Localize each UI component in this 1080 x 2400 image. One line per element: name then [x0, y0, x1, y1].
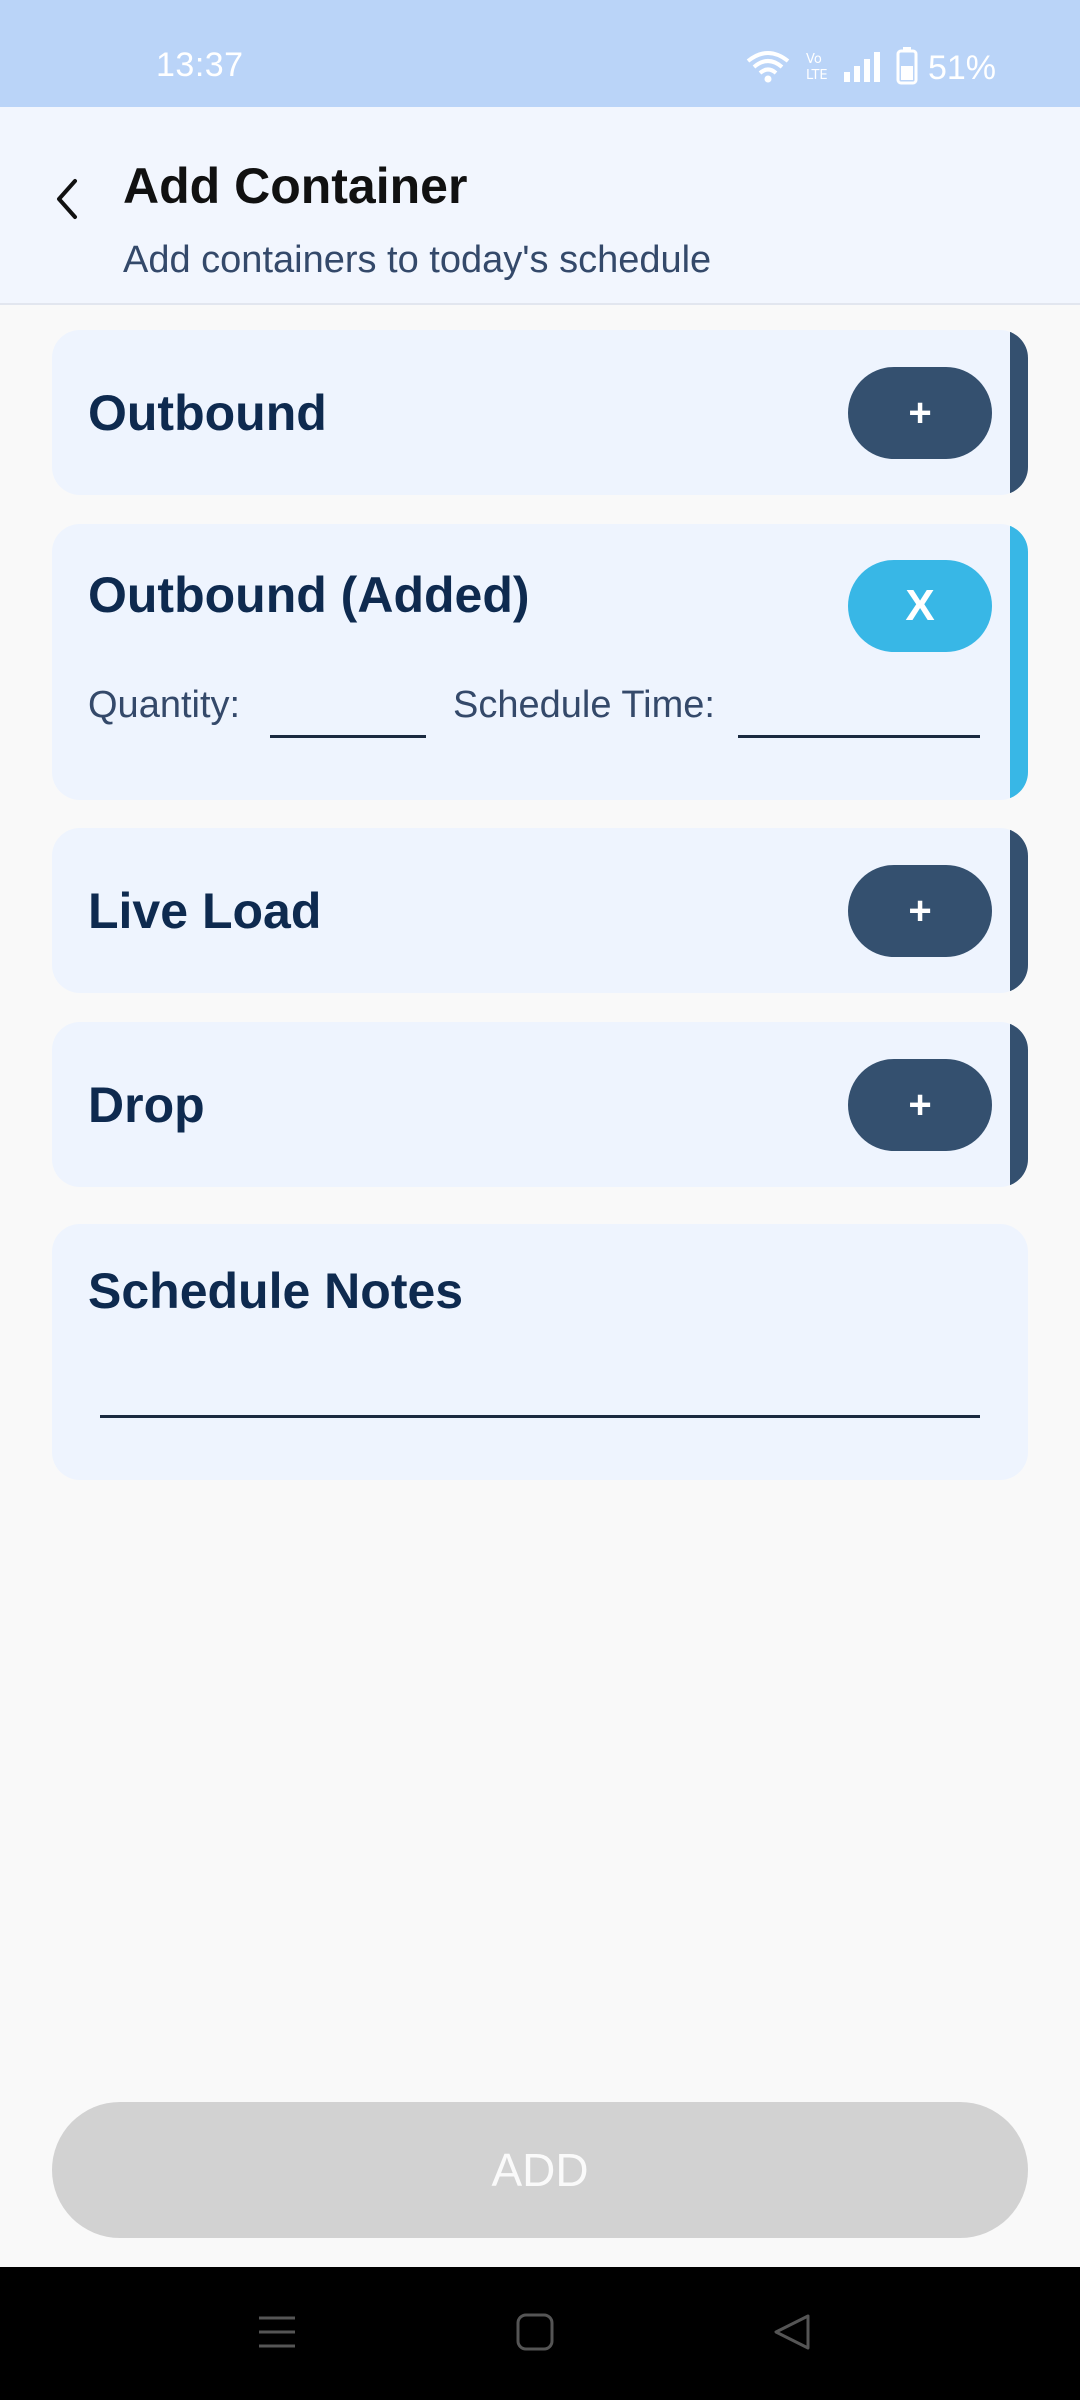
- card-title: Outbound (Added): [88, 567, 530, 623]
- wifi-icon: [746, 49, 790, 88]
- page-title: Add Container: [123, 158, 468, 214]
- add-button[interactable]: ADD: [52, 2102, 1028, 2238]
- card-title: Live Load: [88, 883, 322, 939]
- status-bar: 13:37 Vo LTE 51%: [0, 0, 1080, 107]
- add-live-load-button[interactable]: +: [848, 865, 992, 957]
- recent-apps-button[interactable]: [237, 2297, 317, 2371]
- battery-percentage: 51%: [927, 48, 996, 87]
- status-time: 13:37: [156, 46, 244, 84]
- back-button[interactable]: [44, 153, 92, 249]
- schedule-notes-field[interactable]: [100, 1415, 980, 1418]
- home-button[interactable]: [495, 2297, 575, 2371]
- card-title: Outbound: [88, 385, 327, 441]
- card-accent-bar: [1010, 1022, 1028, 1187]
- quantity-label: Quantity:: [88, 684, 241, 726]
- app-header: Add Container Add containers to today's …: [0, 107, 1080, 305]
- svg-text:LTE: LTE: [806, 68, 828, 83]
- nav-back-button[interactable]: [752, 2297, 832, 2371]
- schedule-time-field[interactable]: [738, 735, 980, 738]
- card-accent-bar: [1010, 524, 1028, 800]
- page-subtitle: Add containers to today's schedule: [123, 239, 712, 281]
- chevron-left-icon: [53, 177, 83, 226]
- svg-text:Vo: Vo: [806, 52, 822, 67]
- card-accent-bar: [1010, 330, 1028, 495]
- home-icon: [515, 2312, 555, 2357]
- recent-apps-icon: [257, 2314, 297, 2355]
- signal-icon: [842, 50, 882, 87]
- volte-icon: Vo LTE: [804, 49, 828, 88]
- schedule-notes-title: Schedule Notes: [88, 1263, 464, 1319]
- card-accent-bar: [1010, 828, 1028, 993]
- back-triangle-icon: [772, 2312, 812, 2357]
- container-card-outbound-added: Outbound (Added) X Quantity: Schedule Ti…: [52, 524, 1028, 800]
- container-card-drop: Drop +: [52, 1022, 1028, 1187]
- schedule-time-label: Schedule Time:: [453, 684, 715, 726]
- system-nav-bar: [0, 2267, 1080, 2400]
- card-title: Drop: [88, 1077, 205, 1133]
- remove-outbound-button[interactable]: X: [848, 560, 992, 652]
- add-drop-button[interactable]: +: [848, 1059, 992, 1151]
- battery-icon: [896, 46, 918, 90]
- status-icons: Vo LTE 51%: [746, 46, 996, 90]
- quantity-field[interactable]: [270, 735, 426, 738]
- container-card-live-load: Live Load +: [52, 828, 1028, 993]
- add-outbound-button[interactable]: +: [848, 367, 992, 459]
- schedule-notes-card: Schedule Notes: [52, 1224, 1028, 1480]
- container-card-outbound: Outbound +: [52, 330, 1028, 495]
